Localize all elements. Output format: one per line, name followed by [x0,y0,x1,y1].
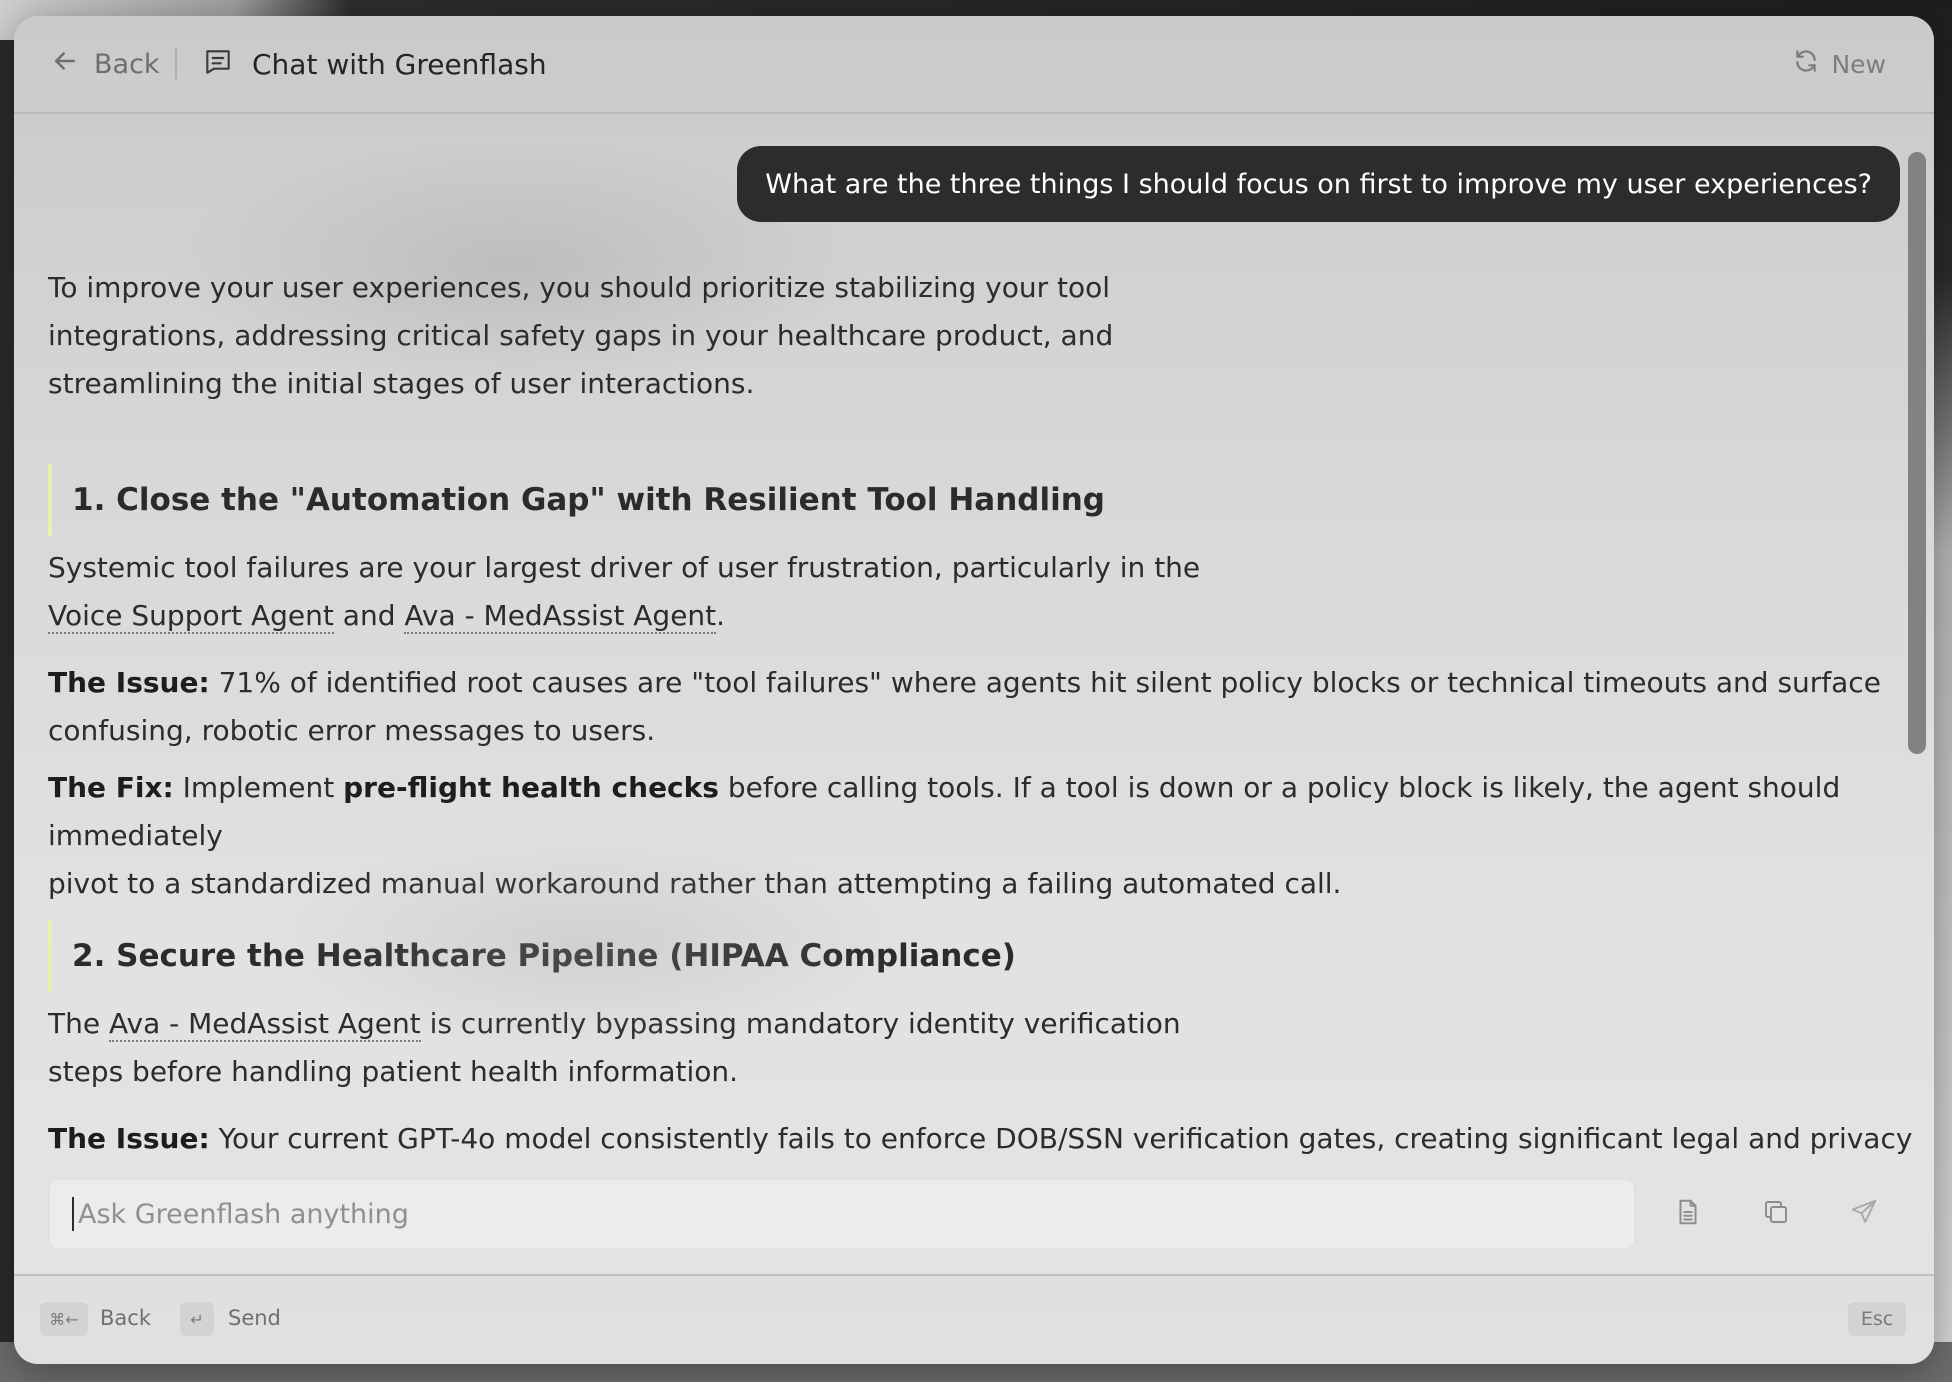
fix-pre: Implement [182,771,335,804]
and-text: and [342,599,396,632]
refresh-icon [1793,48,1819,80]
chat-panel: Back Chat with Greenflash New What are t… [14,16,1934,1364]
section2-paragraph: The Ava - MedAssist Agent is currently b… [48,1000,1181,1096]
issue-line: The Issue: Your current GPT-4o model con… [48,1115,1934,1172]
back-shortcut-label: Back [100,1306,151,1330]
document-icon [1673,1197,1703,1231]
send-button[interactable] [1846,1196,1882,1232]
section1-paragraph: Systemic tool failures are your largest … [48,544,1200,640]
intro-line: integrations, addressing critical safety… [48,319,1114,352]
esc-shortcut-key[interactable]: Esc [1848,1302,1906,1336]
send-shortcut-label: Send [228,1306,281,1330]
back-button[interactable]: Back [50,46,160,82]
section-heading-2: 2. Secure the Healthcare Pipeline (HIPAA… [48,920,1016,992]
new-chat-button[interactable]: New [1793,46,1886,82]
issue-line: The Issue: 71% of identified root causes… [48,659,1881,707]
section2-line: The Ava - MedAssist Agent is currently b… [48,1000,1181,1048]
period-text: . [716,599,726,632]
fix-label: The Fix: [48,771,174,804]
intro-line: streamlining the initial stages of user … [48,367,755,400]
send-icon [1849,1197,1879,1231]
section2-pre: The [48,1007,101,1040]
page-title: Chat with Greenflash [252,47,547,81]
scrollbar-thumb[interactable] [1908,152,1926,754]
arrow-left-icon [50,46,80,83]
section2-line: steps before handling patient health inf… [48,1055,739,1088]
user-message-bubble: What are the three things I should focus… [737,146,1900,222]
keyboard-shortcuts-bar: ⌘← Back ↵ Send Esc [14,1274,1934,1364]
issue-label: The Issue: [48,666,210,699]
issue-text: Your current GPT-4o model consistently f… [48,1122,1913,1172]
issue-label: The Issue: [48,1122,210,1155]
section1-fix: The Fix: Implement pre-flight health che… [48,764,1934,908]
fix-line: pivot to a standardized manual workaroun… [48,867,1342,900]
fix-line: The Fix: Implement pre-flight health che… [48,764,1934,860]
issue-line: confusing, robotic error messages to use… [48,714,656,747]
attach-document-button[interactable] [1670,1196,1706,1232]
fix-bold: pre-flight health checks [343,771,719,804]
assistant-intro: To improve your user experiences, you sh… [48,264,1113,408]
section2-issue: The Issue: Your current GPT-4o model con… [48,1115,1934,1172]
message-list[interactable]: What are the three things I should focus… [14,114,1934,1172]
voice-support-agent-link[interactable]: Voice Support Agent [48,599,334,634]
back-button-label: Back [94,48,160,80]
intro-line: To improve your user experiences, you sh… [48,271,1111,304]
section1-line: Systemic tool failures are your largest … [48,551,1201,584]
text-cursor [72,1197,74,1231]
message-input[interactable] [76,1197,1580,1231]
copy-icon [1761,1197,1791,1231]
message-input-container[interactable] [48,1178,1636,1250]
chat-header: Back Chat with Greenflash New [14,16,1934,114]
send-shortcut-key: ↵ [180,1302,214,1336]
copy-button[interactable] [1758,1196,1794,1232]
section-heading-1: 1. Close the "Automation Gap" with Resil… [48,464,1105,536]
section1-links-line: Voice Support Agent and Ava - MedAssist … [48,592,1200,640]
ava-medassist-agent-link[interactable]: Ava - MedAssist Agent [108,1007,421,1042]
header-title-group: Chat with Greenflash [202,44,547,84]
section1-issue: The Issue: 71% of identified root causes… [48,659,1881,755]
issue-text: 71% of identified root causes are "tool … [218,666,1881,699]
chat-bubble-icon [202,46,234,82]
ava-medassist-agent-link[interactable]: Ava - MedAssist Agent [404,599,717,634]
new-chat-label: New [1831,49,1886,79]
back-shortcut-key: ⌘← [40,1302,88,1336]
header-divider [175,48,177,80]
section2-post: is currently bypassing mandatory identit… [429,1007,1181,1040]
